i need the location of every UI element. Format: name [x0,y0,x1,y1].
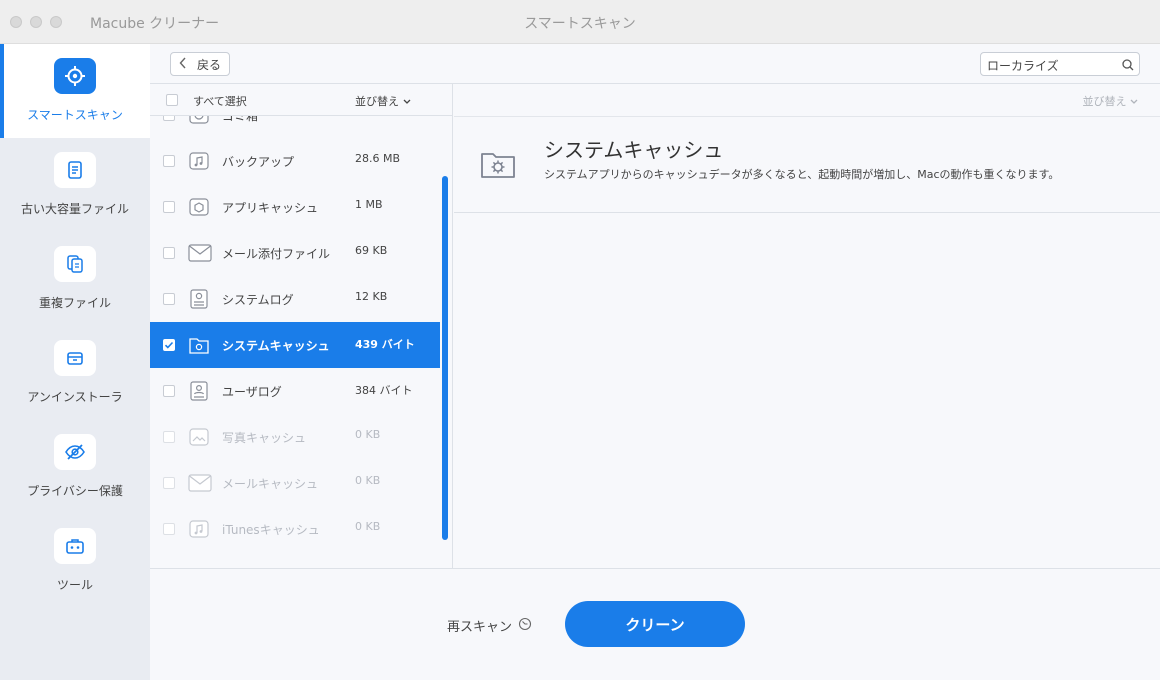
item-size: 28.6 MB [355,152,401,165]
item-name: バックアップ [222,155,295,169]
duplicate-files-icon [54,246,96,282]
list-item-mail-cache: メールキャッシュ 0 KB [150,460,440,506]
music-file-icon [188,150,210,172]
rescan-button[interactable]: 再スキャン [447,616,532,635]
back-button[interactable]: 戻る [170,52,230,76]
row-checkbox [163,523,175,535]
sidebar: スマートスキャン 古い大容量ファイル 重複ファイル アンインストーラ プライバシ [0,44,150,680]
list-scrollbar[interactable] [442,176,448,540]
item-size: 12 KB [355,290,388,303]
system-cache-icon [188,334,210,356]
gear-folder-icon [478,144,518,184]
chevron-left-icon [179,57,187,72]
eye-slash-icon [54,434,96,470]
mail-icon [188,472,212,494]
target-scan-icon [54,58,96,94]
detail-sort-dropdown[interactable]: 並び替え [1083,93,1139,109]
toolbar: 戻る ローカライズ [150,44,1160,84]
item-name: 写真キャッシュ [222,431,307,445]
select-all-label: すべて選択 [193,95,247,108]
row-checkbox-checked[interactable] [163,339,175,351]
item-name: ユーザログ [222,385,282,399]
sort-dropdown[interactable]: 並び替え [355,93,411,109]
detail-sort-label: 並び替え [1082,95,1127,108]
item-name: システムキャッシュ [222,339,330,353]
list-item-backup[interactable]: バックアップ 28.6 MB [150,138,440,184]
row-checkbox [163,477,175,489]
sidebar-item-label: アンインストーラ [27,390,123,404]
select-all-checkbox[interactable] [166,94,178,106]
item-size: 69 KB [355,244,388,257]
bottom-bar: 再スキャン クリーン [150,568,1160,680]
list-item-system-log[interactable]: システムログ 12 KB [150,276,440,322]
document-icon [54,152,96,188]
title-bar: Macube クリーナー スマートスキャン [0,0,1160,44]
system-log-icon [188,288,210,310]
photo-cache-icon [188,426,210,448]
list-item-system-cache[interactable]: システムキャッシュ 439 バイト [150,322,440,368]
list-header: すべて選択 並び替え [150,84,452,116]
sidebar-item-label: ツール [56,578,93,592]
app-window: Macube クリーナー スマートスキャン スマートスキャン 古い大容量ファイル… [0,0,1160,680]
chevron-down-icon [1130,99,1138,104]
item-size: 1 MB [355,198,383,211]
detail-title: システムキャッシュ [544,138,724,162]
item-size: 0 KB [355,474,381,487]
row-checkbox[interactable] [163,247,175,259]
sidebar-item-label: 重複ファイル [38,296,111,310]
list-item-itunes-cache: iTunesキャッシュ 0 KB [150,506,440,552]
mail-icon [188,242,212,264]
sort-label: 並び替え [355,95,399,108]
toolbox-icon [54,528,96,564]
divider [454,116,1160,117]
uninstaller-box-icon [54,340,96,376]
sidebar-item-large-old-files[interactable]: 古い大容量ファイル [0,138,150,232]
file-category-list: すべて選択 並び替え ゴミ箱 339.6 MB バックアップ 28.6 MB [150,84,453,568]
chevron-down-icon [403,99,410,104]
search-value: ローカライズ [987,59,1059,73]
list-item-mail-attachments[interactable]: メール添付ファイル 69 KB [150,230,440,276]
search-icon[interactable] [1121,57,1135,71]
item-name: メール添付ファイル [222,247,331,261]
clean-button[interactable]: クリーン [565,601,745,647]
item-size: 439 バイト [355,338,415,351]
row-checkbox [163,431,175,443]
window-title: スマートスキャン [524,16,636,32]
list-item-user-log[interactable]: ユーザログ 384 バイト [150,368,440,414]
row-checkbox[interactable] [163,155,175,167]
sidebar-item-label: プライバシー保護 [27,484,123,498]
rescan-label: 再スキャン [447,620,513,635]
sidebar-item-tools[interactable]: ツール [0,514,150,608]
item-name: iTunesキャッシュ [222,523,320,537]
item-size: 0 KB [355,520,381,533]
sidebar-item-privacy[interactable]: プライバシー保護 [0,420,150,514]
sidebar-item-uninstaller[interactable]: アンインストーラ [0,326,150,420]
list-item-app-cache[interactable]: アプリキャッシュ 1 MB [150,184,440,230]
sidebar-item-label: スマートスキャン [27,108,123,122]
detail-panel: 並び替え システムキャッシュ システムアプリからのキャッシュデータが多くなると、… [454,84,1160,568]
sidebar-item-duplicate-files[interactable]: 重複ファイル [0,232,150,326]
row-checkbox[interactable] [163,201,175,213]
row-checkbox[interactable] [163,293,175,305]
search-input[interactable]: ローカライズ [980,52,1140,76]
refresh-icon [518,617,532,635]
item-name: アプリキャッシュ [222,201,319,215]
user-log-icon [188,380,210,402]
item-size: 0 KB [355,428,381,441]
item-name: システムログ [222,293,294,307]
sidebar-item-smart-scan[interactable]: スマートスキャン [0,44,150,138]
back-label: 戻る [196,57,221,72]
checkmark-icon [164,341,174,349]
music-file-icon [188,518,210,540]
row-checkbox[interactable] [163,385,175,397]
divider [454,212,1160,213]
item-size: 384 バイト [355,384,413,397]
app-cache-icon [188,196,210,218]
list-item-photo-cache: 写真キャッシュ 0 KB [150,414,440,460]
item-name: メールキャッシュ [222,477,319,491]
sidebar-item-label: 古い大容量ファイル [20,202,129,216]
detail-description: システムアプリからのキャッシュデータが多くなると、起動時間が増加し、Macの動作… [544,168,1060,181]
